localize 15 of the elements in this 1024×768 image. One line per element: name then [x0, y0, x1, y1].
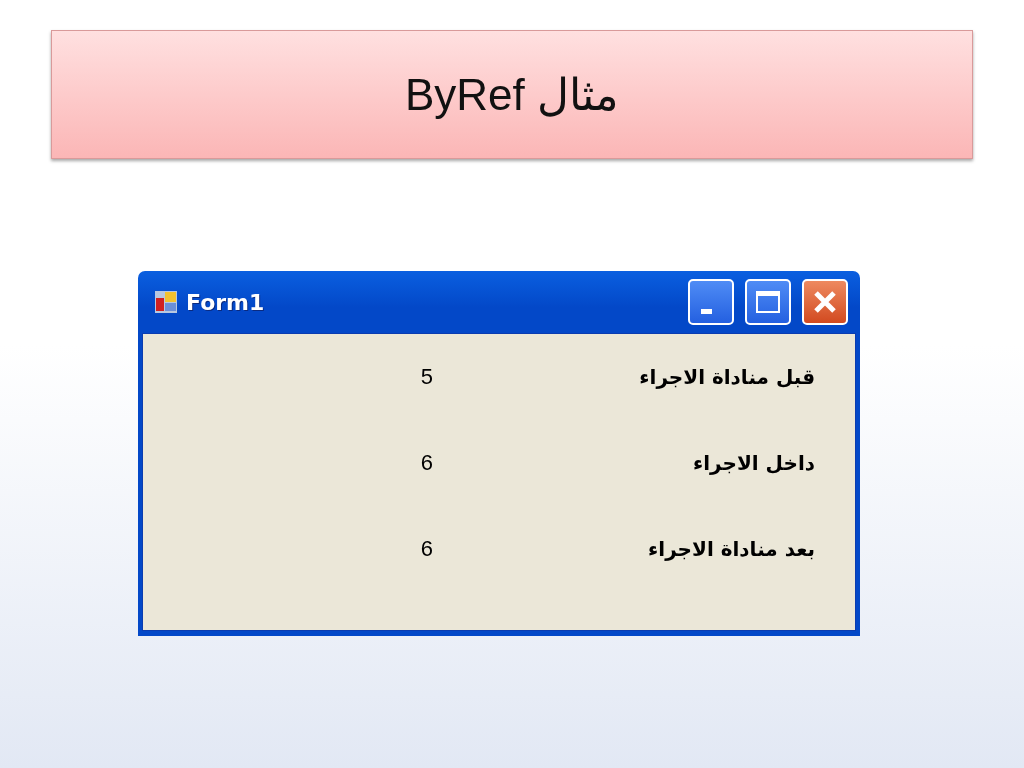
window-title: Form1 [186, 289, 266, 315]
minimize-icon [700, 308, 712, 314]
close-icon [812, 289, 838, 315]
value-label: 6 [419, 536, 433, 562]
caption-label: قبل مناداة الاجراء [639, 365, 815, 389]
close-button[interactable] [802, 279, 848, 325]
minimize-button[interactable] [688, 279, 734, 325]
maximize-icon [755, 290, 781, 314]
app-icon [154, 290, 178, 314]
slide-title: مثال ByRef [404, 69, 620, 120]
caption-label: بعد مناداة الاجراء [648, 537, 815, 561]
caption-label: داخل الاجراء [692, 451, 815, 475]
maximize-button[interactable] [745, 279, 791, 325]
value-label: 6 [419, 450, 433, 476]
value-label: 5 [419, 364, 433, 390]
